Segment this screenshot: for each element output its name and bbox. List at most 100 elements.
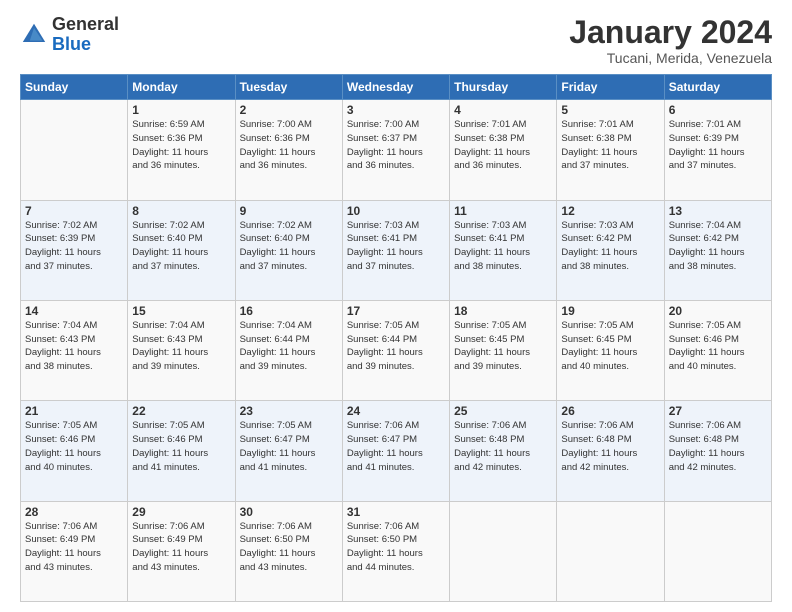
calendar-cell: 21Sunrise: 7:05 AM Sunset: 6:46 PM Dayli… [21,401,128,501]
logo: General Blue [20,15,119,55]
calendar-cell [557,501,664,601]
day-number: 8 [132,204,230,218]
day-info: Sunrise: 7:05 AM Sunset: 6:46 PM Dayligh… [25,419,123,474]
day-info: Sunrise: 7:06 AM Sunset: 6:50 PM Dayligh… [240,520,338,575]
day-info: Sunrise: 7:06 AM Sunset: 6:48 PM Dayligh… [454,419,552,474]
calendar-cell: 23Sunrise: 7:05 AM Sunset: 6:47 PM Dayli… [235,401,342,501]
day-number: 9 [240,204,338,218]
day-info: Sunrise: 7:00 AM Sunset: 6:36 PM Dayligh… [240,118,338,173]
calendar-cell: 1Sunrise: 6:59 AM Sunset: 6:36 PM Daylig… [128,100,235,200]
month-title: January 2024 [569,15,772,50]
day-number: 29 [132,505,230,519]
day-info: Sunrise: 7:01 AM Sunset: 6:38 PM Dayligh… [454,118,552,173]
day-info: Sunrise: 7:01 AM Sunset: 6:38 PM Dayligh… [561,118,659,173]
calendar-cell: 26Sunrise: 7:06 AM Sunset: 6:48 PM Dayli… [557,401,664,501]
calendar-cell: 24Sunrise: 7:06 AM Sunset: 6:47 PM Dayli… [342,401,449,501]
calendar-cell: 30Sunrise: 7:06 AM Sunset: 6:50 PM Dayli… [235,501,342,601]
day-info: Sunrise: 7:03 AM Sunset: 6:41 PM Dayligh… [347,219,445,274]
calendar-cell: 14Sunrise: 7:04 AM Sunset: 6:43 PM Dayli… [21,300,128,400]
day-number: 11 [454,204,552,218]
logo-icon [20,21,48,49]
day-info: Sunrise: 7:06 AM Sunset: 6:48 PM Dayligh… [561,419,659,474]
calendar-cell: 9Sunrise: 7:02 AM Sunset: 6:40 PM Daylig… [235,200,342,300]
week-row-4: 21Sunrise: 7:05 AM Sunset: 6:46 PM Dayli… [21,401,772,501]
day-info: Sunrise: 7:00 AM Sunset: 6:37 PM Dayligh… [347,118,445,173]
calendar-table: Sunday Monday Tuesday Wednesday Thursday… [20,74,772,602]
day-info: Sunrise: 7:06 AM Sunset: 6:50 PM Dayligh… [347,520,445,575]
logo-blue: Blue [52,34,91,54]
day-number: 25 [454,404,552,418]
day-number: 13 [669,204,767,218]
day-info: Sunrise: 7:04 AM Sunset: 6:42 PM Dayligh… [669,219,767,274]
day-info: Sunrise: 7:03 AM Sunset: 6:42 PM Dayligh… [561,219,659,274]
col-wednesday: Wednesday [342,75,449,100]
title-block: January 2024 Tucani, Merida, Venezuela [569,15,772,66]
day-info: Sunrise: 7:02 AM Sunset: 6:40 PM Dayligh… [240,219,338,274]
day-number: 2 [240,103,338,117]
day-info: Sunrise: 7:05 AM Sunset: 6:46 PM Dayligh… [132,419,230,474]
day-info: Sunrise: 7:04 AM Sunset: 6:43 PM Dayligh… [132,319,230,374]
day-number: 7 [25,204,123,218]
day-number: 18 [454,304,552,318]
day-number: 16 [240,304,338,318]
col-sunday: Sunday [21,75,128,100]
day-info: Sunrise: 7:05 AM Sunset: 6:45 PM Dayligh… [561,319,659,374]
day-number: 1 [132,103,230,117]
day-number: 24 [347,404,445,418]
week-row-2: 7Sunrise: 7:02 AM Sunset: 6:39 PM Daylig… [21,200,772,300]
calendar-cell: 25Sunrise: 7:06 AM Sunset: 6:48 PM Dayli… [450,401,557,501]
week-row-1: 1Sunrise: 6:59 AM Sunset: 6:36 PM Daylig… [21,100,772,200]
day-info: Sunrise: 7:05 AM Sunset: 6:45 PM Dayligh… [454,319,552,374]
header: General Blue January 2024 Tucani, Merida… [20,15,772,66]
day-number: 28 [25,505,123,519]
day-number: 3 [347,103,445,117]
day-number: 21 [25,404,123,418]
col-saturday: Saturday [664,75,771,100]
day-info: Sunrise: 7:02 AM Sunset: 6:40 PM Dayligh… [132,219,230,274]
day-number: 26 [561,404,659,418]
logo-general: General [52,14,119,34]
header-row: Sunday Monday Tuesday Wednesday Thursday… [21,75,772,100]
week-row-5: 28Sunrise: 7:06 AM Sunset: 6:49 PM Dayli… [21,501,772,601]
calendar-cell: 22Sunrise: 7:05 AM Sunset: 6:46 PM Dayli… [128,401,235,501]
calendar-cell: 29Sunrise: 7:06 AM Sunset: 6:49 PM Dayli… [128,501,235,601]
calendar-cell: 2Sunrise: 7:00 AM Sunset: 6:36 PM Daylig… [235,100,342,200]
col-monday: Monday [128,75,235,100]
day-number: 22 [132,404,230,418]
calendar-cell: 20Sunrise: 7:05 AM Sunset: 6:46 PM Dayli… [664,300,771,400]
day-number: 27 [669,404,767,418]
col-tuesday: Tuesday [235,75,342,100]
calendar-cell: 31Sunrise: 7:06 AM Sunset: 6:50 PM Dayli… [342,501,449,601]
day-number: 10 [347,204,445,218]
calendar-cell: 13Sunrise: 7:04 AM Sunset: 6:42 PM Dayli… [664,200,771,300]
calendar-cell: 16Sunrise: 7:04 AM Sunset: 6:44 PM Dayli… [235,300,342,400]
calendar-cell: 17Sunrise: 7:05 AM Sunset: 6:44 PM Dayli… [342,300,449,400]
day-number: 15 [132,304,230,318]
calendar-cell: 5Sunrise: 7:01 AM Sunset: 6:38 PM Daylig… [557,100,664,200]
page: General Blue January 2024 Tucani, Merida… [0,0,792,612]
day-number: 19 [561,304,659,318]
logo-text: General Blue [52,15,119,55]
day-info: Sunrise: 7:06 AM Sunset: 6:49 PM Dayligh… [25,520,123,575]
day-info: Sunrise: 7:04 AM Sunset: 6:44 PM Dayligh… [240,319,338,374]
week-row-3: 14Sunrise: 7:04 AM Sunset: 6:43 PM Dayli… [21,300,772,400]
calendar-cell: 8Sunrise: 7:02 AM Sunset: 6:40 PM Daylig… [128,200,235,300]
day-number: 31 [347,505,445,519]
day-number: 23 [240,404,338,418]
calendar-cell: 19Sunrise: 7:05 AM Sunset: 6:45 PM Dayli… [557,300,664,400]
col-friday: Friday [557,75,664,100]
calendar-cell [21,100,128,200]
day-info: Sunrise: 7:05 AM Sunset: 6:47 PM Dayligh… [240,419,338,474]
day-info: Sunrise: 6:59 AM Sunset: 6:36 PM Dayligh… [132,118,230,173]
day-info: Sunrise: 7:04 AM Sunset: 6:43 PM Dayligh… [25,319,123,374]
day-info: Sunrise: 7:03 AM Sunset: 6:41 PM Dayligh… [454,219,552,274]
day-info: Sunrise: 7:06 AM Sunset: 6:48 PM Dayligh… [669,419,767,474]
calendar-cell: 15Sunrise: 7:04 AM Sunset: 6:43 PM Dayli… [128,300,235,400]
location: Tucani, Merida, Venezuela [569,50,772,66]
day-info: Sunrise: 7:05 AM Sunset: 6:44 PM Dayligh… [347,319,445,374]
day-info: Sunrise: 7:01 AM Sunset: 6:39 PM Dayligh… [669,118,767,173]
calendar-cell: 7Sunrise: 7:02 AM Sunset: 6:39 PM Daylig… [21,200,128,300]
calendar-cell: 4Sunrise: 7:01 AM Sunset: 6:38 PM Daylig… [450,100,557,200]
calendar-cell: 6Sunrise: 7:01 AM Sunset: 6:39 PM Daylig… [664,100,771,200]
col-thursday: Thursday [450,75,557,100]
